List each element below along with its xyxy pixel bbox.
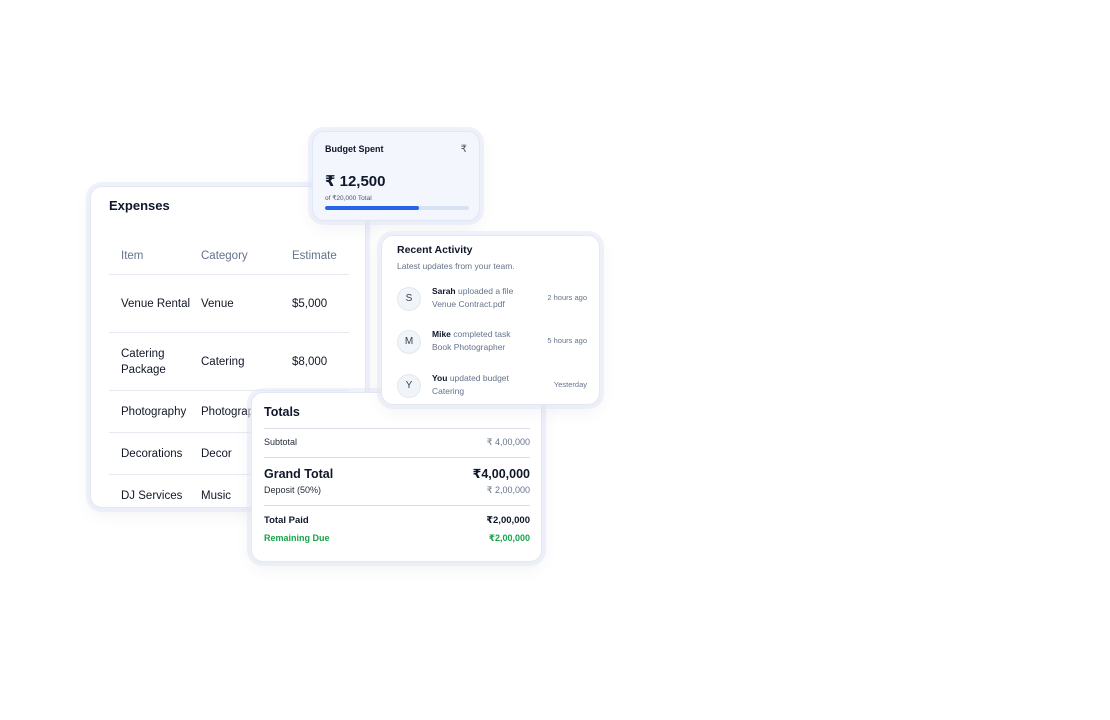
column-header-item[interactable]: Item bbox=[109, 248, 201, 264]
cell-estimate: $8,000 bbox=[292, 355, 328, 368]
cell-estimate: $5,000 bbox=[292, 297, 328, 310]
grand-total-value: ₹4,00,000 bbox=[472, 467, 530, 481]
budget-total-text: of ₹20,000 Total bbox=[325, 195, 372, 202]
activity-item[interactable]: Y You updated budget Catering Yesterday bbox=[397, 371, 587, 401]
cell-item: DJ Services bbox=[121, 490, 183, 502]
avatar: Y bbox=[397, 374, 421, 398]
table-header: Item Category Estimate bbox=[109, 237, 349, 275]
cell-category: Catering bbox=[201, 355, 245, 368]
grand-total-label: Grand Total bbox=[264, 467, 334, 481]
activity-time: Yesterday bbox=[553, 380, 587, 389]
activity-actor: Mike bbox=[432, 329, 451, 339]
activity-item[interactable]: M Mike completed task Book Photographer … bbox=[397, 327, 587, 357]
avatar: M bbox=[397, 330, 421, 354]
budget-progress-fill bbox=[325, 206, 419, 210]
avatar: S bbox=[397, 287, 421, 311]
grand-total-row: Grand Total ₹4,00,000 bbox=[264, 466, 530, 481]
budget-card: Budget Spent ₹ ₹ 12,500 of ₹20,000 Total bbox=[312, 131, 480, 221]
cell-item: Decorations bbox=[121, 447, 183, 460]
totals-card: Totals Subtotal ₹ 4,00,000 Grand Total ₹… bbox=[251, 392, 542, 562]
activity-title: Recent Activity bbox=[397, 244, 473, 256]
budget-title: Budget Spent bbox=[325, 144, 384, 154]
activity-text: You updated budget bbox=[432, 373, 509, 383]
deposit-row: Deposit (50%) ₹ 2,00,000 bbox=[264, 485, 530, 496]
stage: Expenses Item Category Estimate Venue Re… bbox=[0, 0, 1110, 720]
activity-item[interactable]: S Sarah uploaded a file Venue Contract.p… bbox=[397, 284, 587, 314]
cell-category: Venue bbox=[201, 297, 234, 310]
remaining-due-value: ₹2,00,000 bbox=[488, 533, 530, 543]
activity-target: Catering bbox=[432, 386, 465, 396]
expenses-title: Expenses bbox=[109, 198, 170, 213]
remaining-due-row: Remaining Due ₹2,00,000 bbox=[264, 533, 530, 544]
subtotal-label: Subtotal bbox=[264, 437, 298, 447]
remaining-due-label: Remaining Due bbox=[264, 533, 330, 543]
activity-time: 5 hours ago bbox=[547, 336, 587, 345]
subtotal-row: Subtotal ₹ 4,00,000 bbox=[264, 437, 530, 448]
activity-subtitle: Latest updates from your team. bbox=[397, 261, 515, 271]
activity-action: updated budget bbox=[449, 373, 509, 383]
total-paid-label: Total Paid bbox=[264, 515, 309, 526]
divider bbox=[264, 457, 530, 458]
activity-text: Mike completed task bbox=[432, 329, 510, 339]
recent-activity-card: Recent Activity Latest updates from your… bbox=[381, 235, 600, 405]
total-paid-row: Total Paid ₹2,00,000 bbox=[264, 515, 530, 526]
totals-title: Totals bbox=[264, 405, 300, 419]
cell-item: Photography bbox=[121, 405, 187, 418]
rupee-icon: ₹ bbox=[460, 144, 467, 155]
table-row[interactable]: Catering Package Catering $8,000 bbox=[109, 333, 349, 391]
deposit-label: Deposit (50%) bbox=[264, 485, 322, 495]
divider bbox=[264, 505, 530, 506]
table-row[interactable]: Venue Rental Venue $5,000 bbox=[109, 275, 349, 333]
activity-time: 2 hours ago bbox=[547, 293, 587, 302]
column-header-estimate[interactable]: Estimate bbox=[292, 250, 349, 262]
cell-item: Catering Package bbox=[121, 347, 166, 376]
cell-item: Venue Rental bbox=[121, 297, 191, 310]
budget-progress-bar bbox=[325, 206, 469, 210]
activity-action: uploaded a file bbox=[458, 286, 514, 296]
activity-actor: Sarah bbox=[432, 286, 456, 296]
activity-actor: You bbox=[432, 373, 448, 383]
column-header-category[interactable]: Category bbox=[201, 250, 292, 262]
activity-target: Book Photographer bbox=[432, 342, 506, 352]
subtotal-value: ₹ 4,00,000 bbox=[486, 437, 530, 447]
budget-amount: ₹ 12,500 bbox=[325, 173, 386, 190]
activity-text: Sarah uploaded a file bbox=[432, 286, 513, 296]
activity-action: completed task bbox=[453, 329, 511, 339]
total-paid-value: ₹2,00,000 bbox=[486, 515, 530, 526]
divider bbox=[264, 428, 530, 429]
deposit-value: ₹ 2,00,000 bbox=[486, 485, 530, 495]
activity-target: Venue Contract.pdf bbox=[432, 299, 505, 309]
